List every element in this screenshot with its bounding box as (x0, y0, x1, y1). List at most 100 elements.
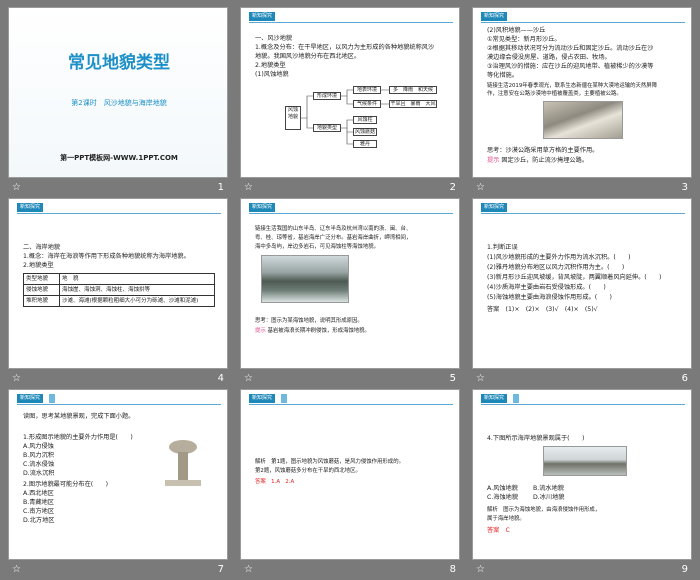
slide-number-bar-7: ☆ 7 (8, 560, 228, 580)
slide-thumbnail-8[interactable]: 新知探究 解析 第1题，图示地貌为风蚀蘑菇，是风力侵蚀作用形成的。 第2题，风蚀… (240, 389, 460, 560)
text-line: 1.形成图示地貌的主要外力作用是( ) (23, 434, 133, 441)
slide-tab: 新知探究 (249, 394, 276, 403)
text-line: A.西北地区 (23, 490, 54, 497)
hint-line: 提示 基岩被海浪长期冲刷侵蚀，形成海蚀地貌。 (255, 327, 370, 336)
text-line: ①常见类型：新月形沙丘。 (487, 36, 561, 43)
table-row: 类型地貌地 貌 (23, 273, 215, 285)
star-icon[interactable]: ☆ (244, 564, 253, 575)
header-divider (481, 22, 685, 23)
text-line: (4)沙质海岸主要由岩石受侵蚀形成。( ) (487, 284, 606, 291)
text-line: C.南方地区 (23, 508, 55, 515)
text-line: 粤、桂、琼等省，基岩海岸广泛分布。基岩海岸曲折，岬湾相间， (255, 235, 412, 241)
slide-tab-secondary (49, 394, 55, 403)
table-cell: 堆积地貌 (23, 295, 60, 307)
text-line: 二、海岸地貌 (23, 244, 61, 251)
text-line: 第2题，风蚀蘑菇多分布在干旱的西北地区。 (255, 468, 361, 474)
question-text: 思考：沙漠公路采用草方格的主要作用。 (487, 147, 599, 154)
slide-tab: 新知探究 (481, 394, 508, 403)
header-divider (249, 213, 453, 214)
answer-text: 答案 (1)× (2)× (3)√ (4)× (5)√ (487, 306, 598, 313)
star-icon[interactable]: ☆ (476, 373, 485, 384)
slide-tab-secondary (513, 394, 519, 403)
slide-number-bar-4: ☆ 4 (8, 369, 228, 389)
slide-tab: 新知探究 (17, 394, 44, 403)
slide-thumbnail-6[interactable]: 新知探究 1.判断正误 (1)风沙地貌形成的主要外力作用为流水沉积。( ) (2… (472, 198, 692, 369)
diagram-connectors (301, 89, 389, 145)
text-line: D.北方地区 (23, 517, 55, 524)
slide-thumbnail-9[interactable]: 新知探究 4.下图所示海岸地貌景观属于( ) A.风蚀地貌 B.流水地貌 C.海… (472, 389, 692, 560)
text-line: 2.地貌类型 (23, 262, 54, 269)
text-line: C.流水侵蚀 (23, 461, 55, 468)
slide-number: 5 (449, 373, 456, 384)
text-line: 作，注意安在公路沙漠地中植被覆盖类，主要植被公路。 (487, 91, 622, 97)
slide-thumbnail-2[interactable]: 新知探究 一、风沙地貌 1.概念及分布：在干旱地区，以风力为主形成的各种地貌统称… (240, 7, 460, 178)
header-divider (481, 404, 685, 405)
slide-thumbnail-1[interactable]: 常见地貌类型 第2课时 风沙地貌与海岸地貌 第一PPT模板网-WWW.1PPT.… (8, 7, 228, 178)
slide-tab: 新知探究 (249, 203, 276, 212)
text-line: A.风力侵蚀 (23, 443, 54, 450)
slide-number-bar-9: ☆ 9 (472, 560, 692, 580)
star-icon[interactable]: ☆ (476, 564, 485, 575)
text-line: D.流水沉积 (23, 470, 55, 477)
table-cell: 地 貌 (59, 273, 215, 285)
text-line: 1.判断正误 (487, 244, 518, 251)
option-text: A.风蚀地貌 (487, 485, 518, 492)
text-line: 等化措施。 (487, 72, 518, 79)
table-cell: 类型地貌 (23, 273, 60, 285)
desert-road-photo (543, 101, 623, 139)
text-line: 漠边缘会侵没房屋、道路，侵占农田、牧场。 (487, 54, 611, 61)
header-divider (17, 213, 221, 214)
slide-number: 7 (217, 564, 224, 575)
slide-number: 4 (217, 373, 224, 384)
slide-title: 常见地貌类型 (68, 53, 170, 73)
explanation-line: 属于海岸地貌。 (487, 516, 525, 522)
slide-number-bar-5: ☆ 5 (240, 369, 460, 389)
explanation-line: 解析 图示为海蚀地貌，由海浪侵蚀作用形成， (487, 507, 601, 513)
hint-label: 提示 (487, 157, 500, 164)
text-line: 读图，思考某地貌景观，完成下面小题。 (23, 413, 135, 420)
text-line: 2.图示地貌最可能分布在( ) (23, 481, 108, 488)
slide-number-bar-6: ☆ 6 (472, 369, 692, 389)
coastal-cliff-photo (261, 255, 349, 303)
text-line: 海中多岛屿，岸边多岩石，可见海蚀柱等海蚀地貌。 (255, 244, 379, 250)
slide-thumbnail-3[interactable]: 新知探究 (2)风积地貌——沙丘 ①常见类型：新月形沙丘。 ②根据其移动状况可分… (472, 7, 692, 178)
slide-thumbnail-7[interactable]: 新知探究 读图，思考某地貌景观，完成下面小题。 1.形成图示地貌的主要外力作用是… (8, 389, 228, 560)
text-line: 链接生活我国的山东半岛、辽东半岛及杭州湾以南的浙、闽、台、 (255, 226, 412, 232)
landform-table: 类型地貌地 貌 侵蚀地貌 海蚀崖、海蚀洞、海蚀柱、海蚀拱等 堆积地貌 沙滩、海滩(根… (23, 273, 215, 307)
slide-number: 9 (681, 564, 688, 575)
text-line: 4.下图所示海岸地貌景观属于( ) (487, 435, 585, 442)
slide-number-bar-1: ☆ 1 (8, 178, 228, 198)
slide-tab: 新知探究 (17, 203, 44, 212)
slide-subtitle: 第2课时 风沙地貌与海岸地貌 (71, 99, 167, 107)
text-line: (1)风沙地貌形成的主要外力作用为流水沉积。( ) (487, 254, 631, 261)
star-icon[interactable]: ☆ (12, 182, 21, 193)
slide-tab: 新知探究 (481, 203, 508, 212)
slide-number-bar-2: ☆ 2 (240, 178, 460, 198)
table-cell: 侵蚀地貌 (23, 284, 60, 296)
slide-number-bar-3: ☆ 3 (472, 178, 692, 198)
slide-thumbnail-5[interactable]: 新知探究 链接生活我国的山东半岛、辽东半岛及杭州湾以南的浙、闽、台、 粤、桂、琼… (240, 198, 460, 369)
mushroom-rock-photo (165, 440, 201, 488)
star-icon[interactable]: ☆ (12, 564, 21, 575)
hint-text: 固定沙丘，防止流沙掩埋公路。 (501, 157, 588, 164)
star-icon[interactable]: ☆ (244, 373, 253, 384)
star-icon[interactable]: ☆ (476, 182, 485, 193)
slide-number: 8 (449, 564, 456, 575)
text-line: B.风力沉积 (23, 452, 54, 459)
star-icon[interactable]: ☆ (12, 373, 21, 384)
text-line: (3)新月形沙丘迎风坡缓，背风坡陡，两翼顺着风向延伸。( ) (487, 274, 662, 281)
text-line: ③治理风沙的措施：应在沙丘的迎风地带、植被稀少的沙漠等 (487, 63, 654, 70)
header-divider (481, 213, 685, 214)
star-icon[interactable]: ☆ (244, 182, 253, 193)
slide-number: 3 (681, 182, 688, 193)
option-text: D.冰川地貌 (533, 494, 565, 501)
slide-thumbnail-4[interactable]: 新知探究 二、海岸地貌 1.概念：海岸在海浪等作用下形成各种地貌统称为海岸地貌。… (8, 198, 228, 369)
slide-number: 2 (449, 182, 456, 193)
coastal-rocks-photo (543, 446, 627, 476)
slide-number: 6 (681, 373, 688, 384)
text-line: 1.概念：海岸在海浪等作用下形成各种地貌统称为海岸地貌。 (23, 253, 190, 260)
slide-number: 1 (217, 182, 224, 193)
header-divider (249, 404, 453, 405)
slide-tab: 新知探究 (481, 12, 508, 21)
answer-text: 答案 1.A 2.A (255, 479, 295, 485)
